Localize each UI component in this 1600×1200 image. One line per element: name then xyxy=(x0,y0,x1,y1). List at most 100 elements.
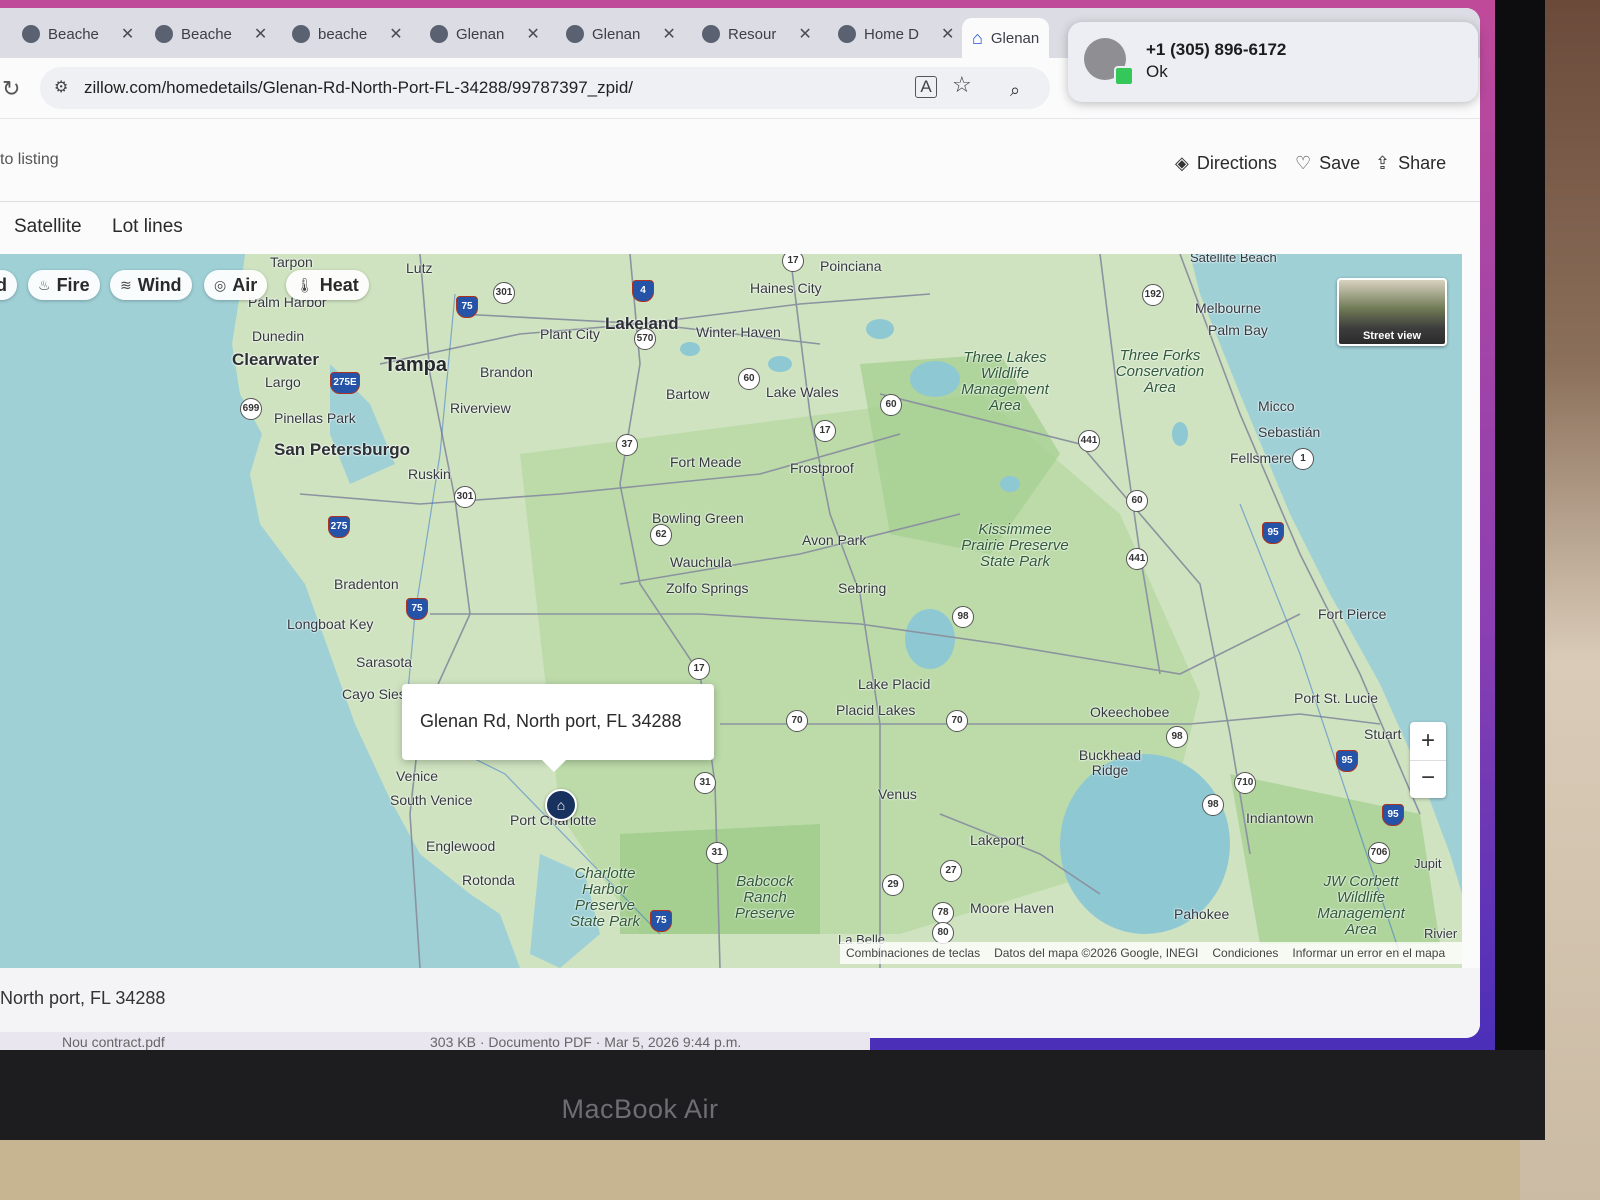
chess-icon xyxy=(838,25,856,43)
place-label: Micco xyxy=(1258,398,1295,414)
place-label: Sebastián xyxy=(1258,424,1321,440)
place-label: Tampa xyxy=(384,354,447,376)
route-shield: 78 xyxy=(932,902,954,924)
place-label: Frostproof xyxy=(790,460,854,476)
translate-icon[interactable]: A xyxy=(915,76,937,98)
tab-title: Resour xyxy=(728,25,777,43)
route-shield: 98 xyxy=(952,606,974,628)
back-to-listing-link[interactable]: to listing xyxy=(0,151,59,169)
reload-icon[interactable]: ↻ xyxy=(2,76,20,102)
tab[interactable]: Beache ✕ xyxy=(12,14,144,54)
zoom-out-button[interactable]: − xyxy=(1410,760,1446,795)
globe-icon xyxy=(292,25,310,43)
interstate-shield: 4 xyxy=(632,280,654,302)
place-label: Winter Haven xyxy=(696,324,781,340)
satellite-toggle[interactable]: Satellite xyxy=(14,216,82,238)
place-label: Okeechobee xyxy=(1090,704,1170,720)
laptop-chin xyxy=(0,1050,1545,1140)
tab[interactable]: Glenan ✕ xyxy=(556,14,686,54)
messages-app-icon xyxy=(1114,66,1134,86)
tab-search-icon[interactable]: ⌕ xyxy=(1010,80,1020,101)
zoom-in-button[interactable]: + xyxy=(1410,724,1446,758)
listing-header: to listing ◈ Directions ♡ Save ⇪ Share xyxy=(0,119,1480,202)
place-label: Lakeport xyxy=(970,832,1025,848)
close-icon[interactable]: ✕ xyxy=(798,24,811,44)
download-info: 303 KB · Documento PDF · Mar 5, 2026 9:4… xyxy=(430,1034,742,1050)
interstate-shield: 95 xyxy=(1336,750,1358,772)
place-label: Sarasota xyxy=(356,654,413,670)
lake-istokpoga xyxy=(905,609,955,669)
tab-title: Glenan xyxy=(456,25,505,43)
route-shield: 192 xyxy=(1142,284,1164,306)
place-label: Bartow xyxy=(666,386,710,402)
place-label: Tarpon xyxy=(270,254,313,270)
place-label: Pahokee xyxy=(1174,906,1230,922)
share-button[interactable]: ⇪ Share xyxy=(1375,153,1446,174)
url-text[interactable]: zillow.com/homedetails/Glenan-Rd-North-P… xyxy=(84,78,633,98)
place-label: Riverview xyxy=(450,400,511,416)
keyboard-shortcuts-link[interactable]: Combinaciones de teclas xyxy=(846,946,980,960)
heat-toggle[interactable]: 🌡 Heat xyxy=(286,270,369,300)
tab[interactable]: Resour ✕ xyxy=(692,14,822,54)
place-label: Zolfo Springs xyxy=(666,580,749,596)
route-shield: 301 xyxy=(454,486,476,508)
route-shield: 98 xyxy=(1202,794,1224,816)
place-label: Dunedin xyxy=(252,328,305,344)
wind-icon: ≋ xyxy=(120,276,132,293)
close-icon[interactable]: ✕ xyxy=(526,24,539,44)
download-filename[interactable]: Nou contract.pdf xyxy=(62,1034,165,1050)
lake xyxy=(680,342,700,356)
wind-toggle[interactable]: ≋ Wind xyxy=(110,270,192,300)
address-popup[interactable]: Glenan Rd, North port, FL 34288 xyxy=(402,684,714,772)
tab[interactable]: Glenan ✕ xyxy=(420,14,550,54)
interstate-shield: 275 xyxy=(328,516,350,538)
close-icon[interactable]: ✕ xyxy=(662,24,675,44)
tab-title: beache xyxy=(318,25,368,43)
close-icon[interactable]: ✕ xyxy=(941,24,954,44)
place-label: San Petersburgo xyxy=(274,440,411,459)
message-notification[interactable]: +1 (305) 896-6172 Ok xyxy=(1068,22,1478,102)
place-label: Placid Lakes xyxy=(836,702,916,718)
route-shield: 98 xyxy=(1166,726,1188,748)
route-shield: 706 xyxy=(1368,842,1390,864)
street-view-thumbnail[interactable]: Street view xyxy=(1337,278,1447,346)
map-type-bar: Satellite Lot lines xyxy=(0,202,1480,254)
route-shield: 80 xyxy=(932,922,954,944)
bookmark-star-icon[interactable]: ☆ xyxy=(952,72,972,98)
tab[interactable]: beache ✕ xyxy=(282,14,413,54)
map-data-text: Datos del mapa ©2026 Google, INEGI xyxy=(994,946,1199,960)
fire-toggle[interactable]: ♨ Fire xyxy=(28,270,100,300)
report-error-link[interactable]: Informar un error en el mapa xyxy=(1292,946,1445,960)
map[interactable]: Tarpon Lutz Poinciana Satellite Beach Ha… xyxy=(0,254,1462,968)
popup-caret xyxy=(542,760,566,772)
flame-icon: ♨ xyxy=(38,276,51,293)
lake xyxy=(1000,476,1020,492)
map-terrain xyxy=(232,254,1462,968)
wind-label: Wind xyxy=(137,274,182,295)
route-shield: 17 xyxy=(688,658,710,680)
close-icon[interactable]: ✕ xyxy=(389,24,402,44)
tab[interactable]: Home D ✕ xyxy=(828,14,964,54)
close-icon[interactable]: ✕ xyxy=(121,24,134,44)
route-shield: 301 xyxy=(493,282,515,304)
park-label: JW Corbett Wildlife Management Area xyxy=(1317,873,1405,938)
site-info-icon[interactable]: ⚙ xyxy=(54,77,68,97)
directions-button[interactable]: ◈ Directions xyxy=(1175,153,1277,174)
place-label: Satellite Beach xyxy=(1190,254,1277,265)
tab[interactable]: Beache ✕ xyxy=(145,14,277,54)
map-pin-icon[interactable]: ⌂ xyxy=(545,789,577,821)
terms-link[interactable]: Condiciones xyxy=(1212,946,1278,960)
address-bar[interactable]: ⚙ zillow.com/homedetails/Glenan-Rd-North… xyxy=(40,67,1050,109)
route-shield: 441 xyxy=(1078,430,1100,452)
close-icon[interactable]: ✕ xyxy=(254,24,267,44)
map-attribution: Combinaciones de teclas Datos del mapa ©… xyxy=(840,942,1462,964)
tab-active[interactable]: ⌂ Glenan xyxy=(962,18,1050,58)
save-button[interactable]: ♡ Save xyxy=(1295,153,1360,174)
lot-lines-toggle[interactable]: Lot lines xyxy=(112,216,183,238)
air-toggle[interactable]: ◎ Air xyxy=(204,270,268,300)
route-shield: 699 xyxy=(240,398,262,420)
place-label: Sebring xyxy=(838,580,887,596)
share-icon: ⇪ xyxy=(1375,153,1391,173)
place-label: Lake Placid xyxy=(858,676,931,692)
share-label: Share xyxy=(1398,153,1447,173)
